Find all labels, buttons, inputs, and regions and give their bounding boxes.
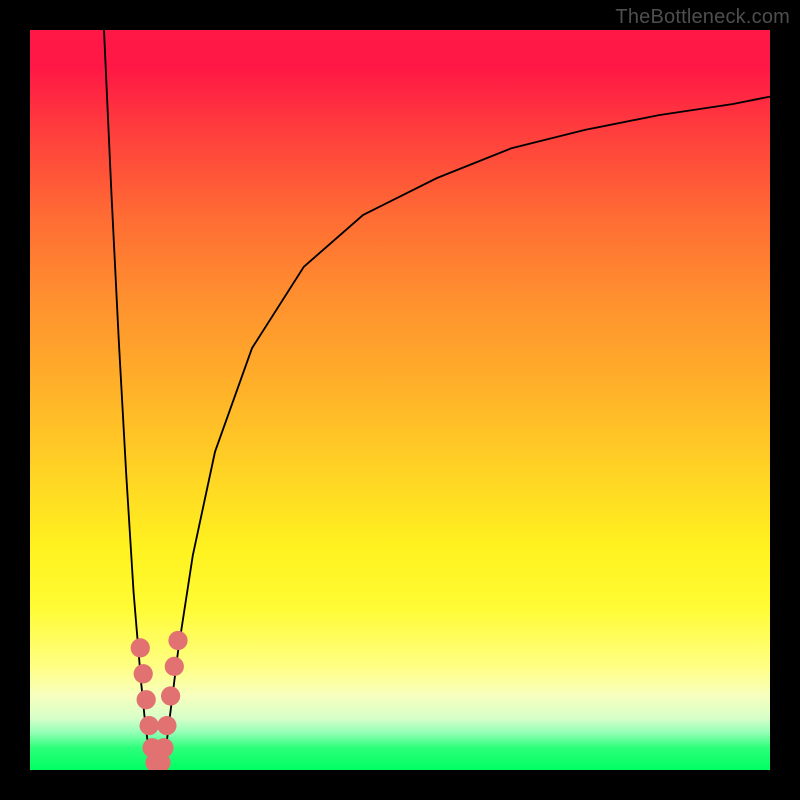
data-bead-overlay xyxy=(30,30,770,770)
data-bead xyxy=(134,664,153,683)
data-bead xyxy=(165,657,184,676)
data-bead xyxy=(168,631,187,650)
plot-area xyxy=(30,30,770,770)
data-bead xyxy=(137,690,156,709)
attribution-watermark: TheBottleneck.com xyxy=(615,6,790,29)
data-bead xyxy=(157,716,176,735)
data-bead xyxy=(161,686,180,705)
data-bead xyxy=(131,638,150,657)
chart-frame: TheBottleneck.com xyxy=(0,0,800,800)
data-bead xyxy=(154,738,173,757)
data-bead xyxy=(140,716,159,735)
